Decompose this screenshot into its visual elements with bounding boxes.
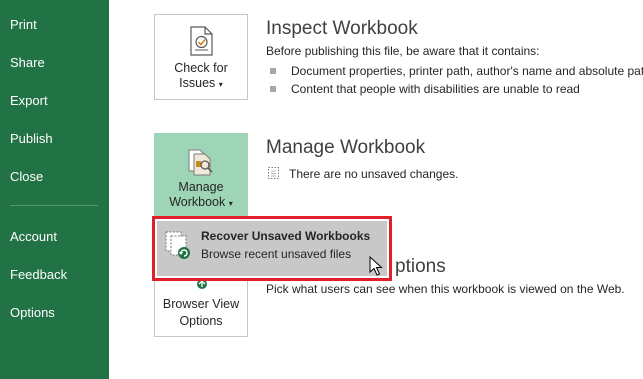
manage-workbook-icon [188, 149, 213, 176]
manage-workbook-label-2: Workbook ▾ [155, 194, 247, 212]
check-for-issues-button[interactable]: Check for Issues ▾ [154, 14, 248, 100]
sidebar-item-share[interactable]: Share [10, 55, 45, 71]
browser-view-label-2: Options [179, 314, 223, 328]
inspect-bullet-text: Content that people with disabilities ar… [291, 82, 580, 96]
check-for-issues-label-1: Check for [174, 61, 228, 75]
manage-workbook-status-text: There are no unsaved changes. [289, 167, 459, 181]
chevron-down-icon: ▾ [228, 199, 233, 208]
bullet-icon [270, 85, 276, 92]
manage-workbook-label-text: Workbook [169, 195, 226, 209]
manage-workbook-title: Manage Workbook [266, 137, 426, 158]
check-document-icon [190, 26, 213, 56]
chevron-down-icon: ▾ [218, 80, 223, 89]
recover-unsaved-workbooks-item[interactable]: Recover Unsaved Workbooks Browse recent … [157, 221, 387, 276]
recover-unsaved-workbooks-menu: Recover Unsaved Workbooks Browse recent … [152, 216, 392, 281]
backstage-sidebar: Print Share Export Publish Close Account… [0, 0, 109, 379]
sidebar-item-export[interactable]: Export [10, 93, 48, 109]
bullet-icon [270, 67, 276, 74]
inspect-bullet: Document properties, printer path, autho… [270, 64, 643, 79]
browser-view-label-1: Browser View [162, 297, 240, 311]
sidebar-divider [10, 205, 98, 206]
sidebar-item-close[interactable]: Close [10, 169, 43, 185]
manage-workbook-status: There are no unsaved changes. [267, 167, 458, 182]
inspect-bullet: Content that people with disabilities ar… [270, 82, 580, 97]
sidebar-item-publish[interactable]: Publish [10, 131, 53, 147]
inspect-workbook-title: Inspect Workbook [266, 18, 418, 39]
recover-unsaved-workbooks-title: Recover Unsaved Workbooks [201, 229, 371, 243]
document-dotted-icon [268, 167, 279, 180]
check-for-issues-label-2: Issues ▾ [155, 75, 247, 93]
manage-workbook-button[interactable]: Manage Workbook ▾ [154, 133, 248, 216]
browser-view-description: Pick what users can see when this workbo… [266, 282, 625, 296]
recover-workbook-icon [165, 231, 190, 259]
sidebar-item-options[interactable]: Options [10, 305, 55, 321]
inspect-workbook-description: Before publishing this file, be aware th… [266, 44, 540, 58]
browser-view-options-button[interactable]: Browser View Options [154, 275, 248, 337]
browser-view-options-title: ptions [395, 256, 446, 277]
mouse-cursor-icon [369, 256, 383, 276]
check-for-issues-label-text: Issues [179, 76, 216, 90]
recover-unsaved-workbooks-subtitle: Browse recent unsaved files [201, 247, 352, 261]
manage-workbook-label-1: Manage [178, 180, 224, 194]
sidebar-item-feedback[interactable]: Feedback [10, 267, 67, 283]
inspect-bullet-text: Document properties, printer path, autho… [291, 64, 643, 78]
sidebar-item-account[interactable]: Account [10, 229, 57, 245]
sidebar-item-print[interactable]: Print [10, 17, 37, 33]
